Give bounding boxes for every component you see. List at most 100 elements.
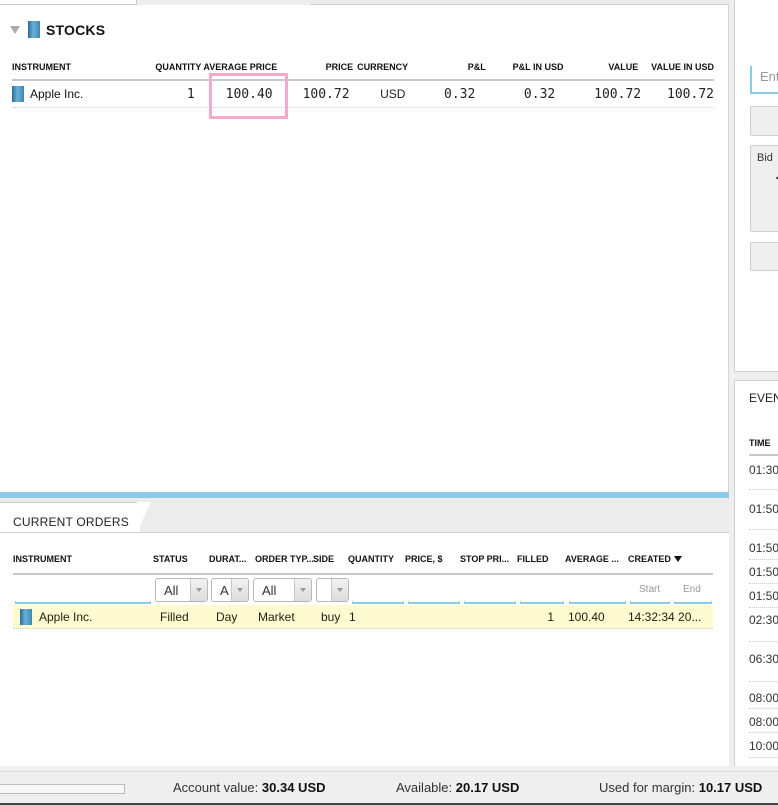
price-cell: 100.72 — [302, 86, 350, 102]
ticket-button[interactable] — [750, 106, 778, 136]
events-panel: EVEN TIME 01:30 01:50 01:50 01:50 01:50 … — [734, 380, 778, 766]
status-bar: Account value: 30.34 USD Available: 20.1… — [0, 771, 778, 805]
available-label: Available: — [396, 780, 453, 795]
event-time[interactable]: 06:30 — [749, 652, 778, 666]
table-row[interactable]: Apple Inc. 1 100.40 100.72 USD 0.32 0.32… — [12, 73, 714, 119]
status-filter-value: All — [164, 582, 179, 598]
section-title: STOCKS — [46, 21, 106, 38]
col-duration[interactable]: DURAT... — [209, 554, 255, 564]
instrument-cell: Apple Inc. — [13, 608, 153, 625]
col-value[interactable]: VALUE — [563, 62, 638, 72]
col-average-price[interactable]: AVERAGE PRICE — [201, 62, 277, 72]
created-start-placeholder: Start — [639, 584, 661, 595]
col-quantity[interactable]: QUANTITY — [142, 62, 201, 72]
margin-used: Used for margin: 10.17 USD — [599, 780, 762, 795]
orders-table-header: INSTRUMENT STATUS DURAT... ORDER TYP... … — [13, 547, 713, 575]
quantity-filter-input[interactable] — [352, 601, 404, 604]
side-filter-dropdown[interactable] — [316, 578, 349, 602]
col-price[interactable]: PRICE, $ — [405, 554, 460, 564]
bid-label: Bid — [757, 152, 773, 164]
dropdown-button[interactable] — [231, 579, 248, 601]
instrument-filter-input[interactable] — [15, 601, 151, 604]
collapse-triangle-icon[interactable] — [10, 25, 20, 34]
event-time[interactable]: 01:50 — [749, 565, 778, 579]
col-filled[interactable]: FILLED — [517, 554, 565, 564]
tab-current-orders[interactable]: CURRENT ORDERS — [0, 502, 140, 532]
event-time[interactable]: 01:50 — [749, 541, 778, 555]
positions-table-header: INSTRUMENT QUANTITY AVERAGE PRICE PRICE … — [12, 55, 714, 81]
created-end-input[interactable] — [674, 601, 712, 604]
tab-slant — [137, 502, 151, 532]
event-divider — [749, 708, 778, 709]
order-type-filter-dropdown[interactable]: All — [253, 578, 312, 602]
sort-descending-icon — [673, 556, 682, 562]
event-time[interactable]: 01:50 — [749, 589, 778, 603]
col-time[interactable]: TIME — [749, 438, 771, 448]
chevron-down-icon — [337, 588, 343, 592]
event-divider — [749, 489, 778, 490]
event-time[interactable]: 01:30 — [749, 463, 778, 477]
average-filter-input[interactable] — [569, 601, 626, 604]
margin-amount: 10.17 USD — [698, 780, 763, 795]
available-funds: Available: 20.17 USD — [396, 780, 519, 795]
duration-cell: Day — [216, 609, 238, 624]
ticket-action-button[interactable] — [750, 242, 778, 271]
col-average[interactable]: AVERAGE ... — [565, 554, 628, 564]
order-type-filter-value: All — [262, 582, 277, 598]
event-divider — [749, 641, 778, 642]
events-title: EVEN — [749, 391, 778, 405]
created-start-input[interactable] — [630, 601, 670, 604]
positions-panel: STOCKS INSTRUMENT QUANTITY AVERAGE PRICE… — [0, 5, 729, 492]
col-created-label: CREATED — [628, 554, 671, 564]
ticket-search-input[interactable]: Ent — [750, 66, 778, 94]
account-value: Account value: 30.34 USD — [173, 780, 326, 795]
dropdown-button[interactable] — [294, 579, 311, 601]
pl-cell: 0.32 — [444, 86, 476, 102]
account-value-amount: 30.34 USD — [261, 780, 326, 795]
event-time[interactable]: 08:00 — [749, 715, 778, 729]
price-filter-input[interactable] — [408, 601, 460, 604]
instrument-cell: Apple Inc. — [12, 86, 142, 102]
col-pl-usd[interactable]: P&L IN USD — [486, 62, 564, 72]
dropdown-button[interactable] — [190, 579, 207, 601]
duration-filter-dropdown[interactable]: A — [211, 578, 249, 602]
col-pl[interactable]: P&L — [409, 62, 486, 72]
filled-filter-input[interactable] — [520, 601, 564, 604]
dropdown-button[interactable] — [331, 579, 348, 601]
value-usd-cell: 100.72 — [667, 86, 714, 102]
event-time[interactable]: 02:30 — [749, 613, 778, 627]
event-time[interactable]: 08:00 — [749, 691, 778, 705]
col-instrument[interactable]: INSTRUMENT — [12, 62, 142, 72]
event-time[interactable]: 01:50 — [749, 502, 778, 516]
bid-box[interactable]: Bid — [750, 145, 778, 232]
col-status[interactable]: STATUS — [153, 554, 209, 564]
events-header-divider — [749, 454, 778, 456]
col-price[interactable]: PRICE — [275, 62, 354, 72]
col-order-type[interactable]: ORDER TYP... — [255, 554, 313, 564]
stocks-section-header[interactable]: STOCKS — [10, 21, 105, 38]
col-currency[interactable]: CURRENCY — [353, 62, 409, 72]
event-time[interactable]: 10:00 — [749, 739, 778, 753]
orders-panel: INSTRUMENT STATUS DURAT... ORDER TYP... … — [0, 532, 729, 766]
col-value-usd[interactable]: VALUE IN USD — [638, 62, 714, 72]
stock-instrument-icon — [12, 86, 24, 102]
col-created[interactable]: CREATED — [628, 554, 712, 564]
stop-price-filter-input[interactable] — [464, 601, 516, 604]
table-row[interactable]: Apple Inc. Filled Day Market buy 1 1 100… — [13, 605, 713, 629]
col-side[interactable]: SIDE — [313, 554, 348, 564]
created-cell: 14:32:34 20... — [628, 609, 702, 624]
orders-area: CURRENT ORDERS INSTRUMENT STATUS DURAT..… — [0, 498, 729, 766]
stock-instrument-icon — [28, 21, 40, 38]
trading-app: STOCKS INSTRUMENT QUANTITY AVERAGE PRICE… — [0, 0, 778, 805]
pl-usd-cell: 0.32 — [523, 86, 556, 102]
chevron-down-icon — [196, 588, 202, 592]
instrument-name: Apple Inc. — [39, 609, 93, 624]
order-ticket-panel: Ent Bid — [734, 0, 778, 372]
positions-table: INSTRUMENT QUANTITY AVERAGE PRICE PRICE … — [12, 55, 714, 119]
col-quantity[interactable]: QUANTITY — [348, 554, 405, 564]
col-stop-price[interactable]: STOP PRI... — [460, 554, 517, 564]
status-filter-dropdown[interactable]: All — [155, 578, 208, 602]
col-instrument[interactable]: INSTRUMENT — [13, 554, 153, 564]
order-type-cell: Market — [258, 609, 295, 624]
account-value-label: Account value: — [173, 780, 259, 795]
